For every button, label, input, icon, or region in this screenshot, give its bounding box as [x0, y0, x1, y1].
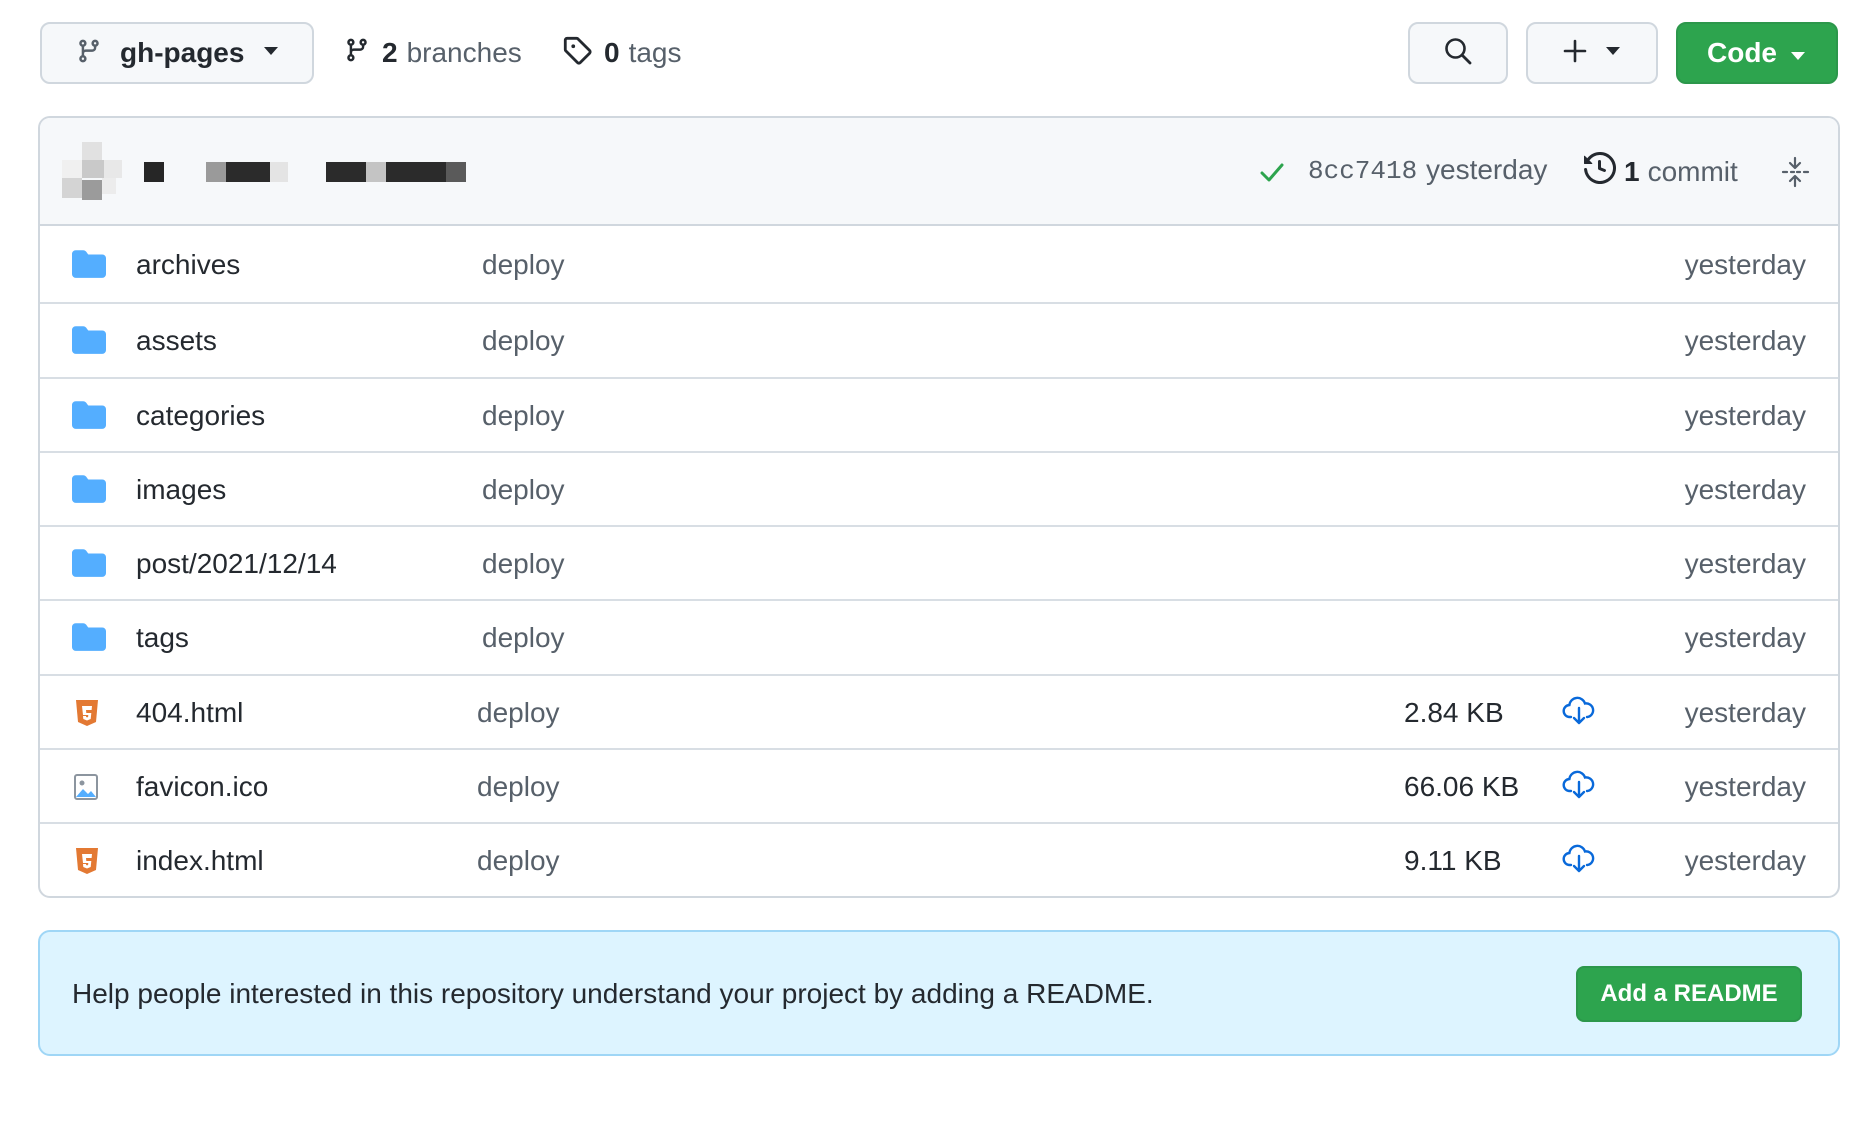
code-button-label: Code — [1707, 37, 1777, 68]
file-name-link[interactable]: 404.html — [136, 697, 243, 729]
readme-banner-message: Help people interested in this repositor… — [72, 978, 1154, 1009]
download-icon[interactable] — [1562, 844, 1596, 879]
commit-message-link[interactable]: deploy — [482, 548, 565, 580]
folder-icon — [72, 623, 106, 656]
file-row[interactable]: assets deploy yesterday — [40, 302, 1838, 376]
file-age: yesterday — [1684, 325, 1806, 357]
file-name-link[interactable]: images — [136, 474, 226, 506]
tags-link[interactable]: 0 tags — [562, 28, 682, 78]
file-name-link[interactable]: index.html — [136, 845, 264, 877]
file-name-link[interactable]: categories — [136, 400, 265, 432]
commits-count: 1 — [1624, 155, 1640, 187]
redacted-commit-message-2 — [326, 160, 466, 184]
plus-icon — [1562, 38, 1588, 69]
tags-count: 0 — [604, 37, 620, 68]
commit-message-link[interactable]: deploy — [477, 697, 560, 729]
repo-toolbar: gh-pages 2 branches 0 tags Code — [0, 0, 1854, 110]
commit-message-link[interactable]: deploy — [482, 474, 565, 506]
file-age: yesterday — [1684, 399, 1806, 431]
branches-count: 2 — [382, 37, 398, 68]
file-row[interactable]: favicon.ico deploy 66.06 KB yesterday — [40, 748, 1838, 822]
branches-link[interactable]: 2 branches — [344, 28, 522, 78]
commits-label: commit — [1647, 155, 1738, 187]
file-name-link[interactable]: post/2021/12/14 — [136, 548, 337, 580]
latest-commit-bar: 8cc7418 yesterday 1 commit — [40, 118, 1838, 226]
file-row[interactable]: index.html deploy 9.11 KB yesterday — [40, 822, 1838, 896]
readme-banner: Help people interested in this repositor… — [38, 930, 1840, 1056]
file-name-link[interactable]: assets — [136, 325, 217, 357]
commit-history-link[interactable]: 1 commit — [1584, 151, 1738, 191]
commit-sha-link[interactable]: 8cc7418 — [1308, 156, 1417, 186]
folder-icon — [72, 400, 106, 434]
git-branch-icon — [76, 36, 102, 71]
branch-select-button[interactable]: gh-pages — [40, 22, 314, 84]
caret-down-icon — [262, 44, 280, 62]
tags-label: tags — [628, 37, 682, 68]
file-age: yesterday — [1684, 473, 1806, 505]
tag-icon — [562, 35, 592, 72]
folder-icon — [72, 475, 106, 508]
redacted-commit-message — [206, 160, 326, 184]
file-age: yesterday — [1684, 696, 1806, 728]
file-row[interactable]: archives deploy yesterday — [40, 228, 1838, 302]
commit-age: yesterday — [1426, 154, 1548, 185]
file-size: 2.84 KB — [1404, 696, 1504, 728]
html-file-icon — [74, 698, 100, 733]
branches-label: branches — [406, 37, 522, 68]
file-size: 9.11 KB — [1404, 845, 1502, 877]
file-size: 66.06 KB — [1404, 771, 1520, 803]
file-row[interactable]: post/2021/12/14 deploy yesterday — [40, 525, 1838, 599]
redacted-author-name — [144, 160, 168, 184]
file-age: yesterday — [1684, 249, 1806, 280]
history-icon — [1584, 151, 1617, 191]
file-row[interactable]: tags deploy yesterday — [40, 599, 1838, 673]
folder-icon — [72, 326, 106, 359]
caret-down-icon — [1604, 44, 1622, 62]
fold-icon[interactable] — [1780, 156, 1810, 193]
add-file-button[interactable] — [1526, 22, 1658, 84]
image-file-icon — [72, 772, 100, 807]
code-button[interactable]: Code — [1676, 22, 1838, 84]
commit-message-link[interactable]: deploy — [482, 325, 565, 357]
avatar[interactable] — [62, 142, 122, 202]
commit-message-link[interactable]: deploy — [482, 400, 565, 432]
file-name-link[interactable]: archives — [136, 249, 240, 281]
caret-down-icon — [1789, 37, 1807, 69]
file-age: yesterday — [1684, 771, 1806, 803]
commit-message-link[interactable]: deploy — [477, 771, 560, 803]
git-branch-icon — [344, 35, 370, 72]
folder-icon — [72, 549, 106, 582]
folder-icon — [72, 250, 106, 283]
file-age: yesterday — [1684, 548, 1806, 580]
file-age: yesterday — [1684, 622, 1806, 654]
file-name-link[interactable]: tags — [136, 622, 189, 654]
file-row[interactable]: 404.html deploy 2.84 KB yesterday — [40, 673, 1838, 748]
go-to-file-search-button[interactable] — [1408, 22, 1508, 84]
file-row[interactable]: images deploy yesterday — [40, 450, 1838, 525]
commit-message-link[interactable]: deploy — [477, 845, 560, 877]
download-icon[interactable] — [1562, 770, 1596, 805]
download-icon[interactable] — [1562, 696, 1596, 731]
file-name-link[interactable]: favicon.ico — [136, 771, 268, 803]
search-icon — [1443, 36, 1473, 71]
branch-name: gh-pages — [120, 37, 245, 68]
commit-message-link[interactable]: deploy — [482, 622, 565, 654]
file-row[interactable]: categories deploy yesterday — [40, 376, 1838, 451]
html-file-icon — [74, 846, 100, 881]
commit-message-link[interactable]: deploy — [482, 249, 565, 281]
file-rows: archives deploy yesterday assets deploy … — [40, 228, 1838, 896]
check-icon[interactable] — [1258, 158, 1286, 191]
file-list-box: 8cc7418 yesterday 1 commit archives depl… — [38, 116, 1840, 898]
file-age: yesterday — [1684, 845, 1806, 877]
add-readme-button[interactable]: Add a README — [1576, 966, 1802, 1022]
